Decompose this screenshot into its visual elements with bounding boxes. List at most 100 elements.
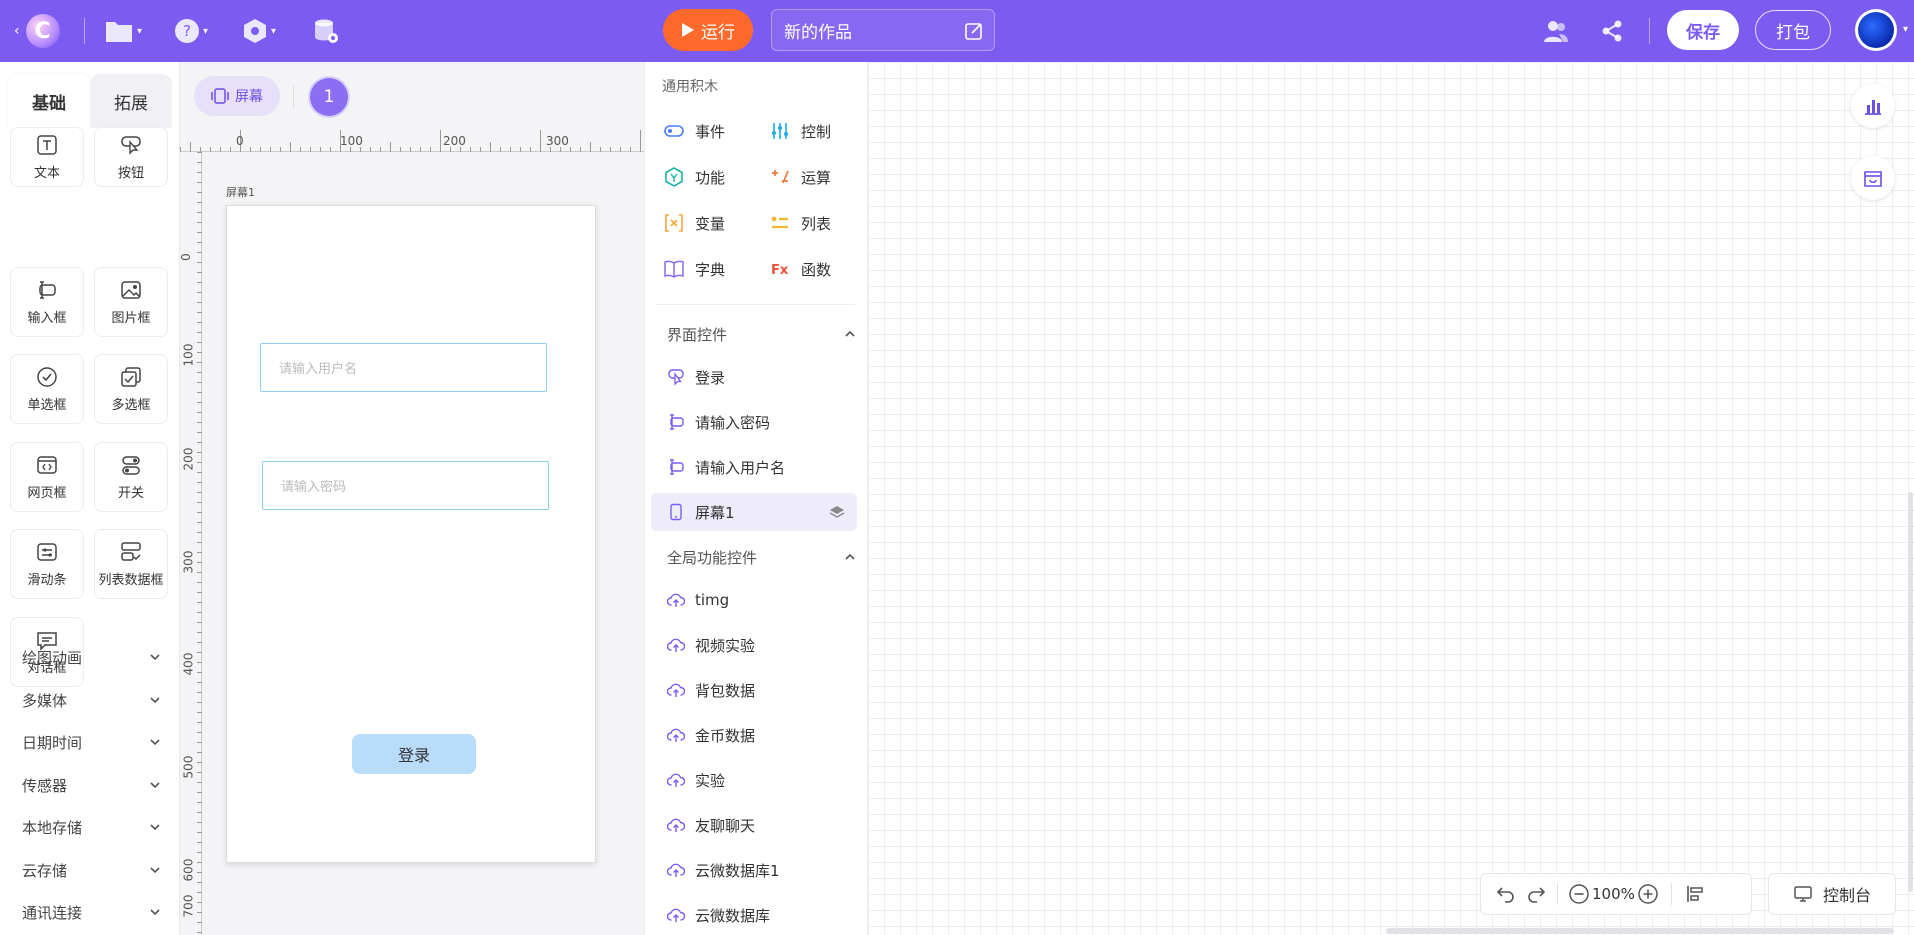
block-category-fx[interactable]: Fx 函数 [769,258,831,280]
divider [1670,883,1672,905]
screen-count-badge[interactable]: 1 [310,78,348,116]
console-button[interactable]: 控制台 [1768,873,1896,915]
bar-chart-icon [1865,100,1881,115]
category-cloud-storage[interactable]: 云存储 [22,855,162,885]
component-slider[interactable]: 滑动条 [10,529,84,599]
ruler-label: 0 [180,253,193,261]
block-category-dictionary[interactable]: 字典 [663,258,725,280]
database-button[interactable] [312,14,340,48]
global-control-item[interactable]: timg [667,581,853,619]
cloud-upload-icon [667,863,685,877]
component-image[interactable]: 图片框 [94,267,168,337]
block-category-operation[interactable]: 运算 [769,166,831,188]
component-label: 网页框 [27,485,67,501]
category-local-storage[interactable]: 本地存储 [22,812,162,842]
global-control-item[interactable]: 背包数据 [667,671,853,709]
project-title-field[interactable]: 新的作品 [771,9,995,51]
save-button[interactable]: 保存 [1667,10,1739,50]
back-home-button[interactable]: ‹ C [14,12,64,50]
control-label: 友聊聊天 [695,816,756,835]
vertical-ruler: 0 100 200 300 400 500 600 700 [180,152,202,935]
ui-control-login[interactable]: 登录 [667,358,853,396]
zoom-in-button[interactable] [1637,883,1659,905]
design-canvas: 屏幕 1 0 100 200 300 0 100 200 300 400 500… [180,62,644,935]
global-control-item[interactable]: 友聊聊天 [667,806,853,844]
username-input-preview[interactable]: 请输入用户名 [260,343,547,392]
category-drawing-animation[interactable]: 绘图动画 [22,642,162,672]
global-control-item[interactable]: 云微数据库 [667,896,853,934]
block-category-list[interactable]: 列表 [769,212,831,234]
tab-extension[interactable]: 拓展 [90,74,172,128]
run-button[interactable]: 运行 [663,9,753,51]
component-list-data[interactable]: 列表数据框 [94,529,168,599]
control-label: 请输入密码 [695,413,771,432]
component-webview[interactable]: 网页框 [10,442,84,512]
login-button-preview[interactable]: 登录 [352,734,476,774]
help-menu-button[interactable]: ? ▾ [174,14,208,48]
collaborators-button[interactable] [1541,16,1571,46]
ui-control-username-input[interactable]: 请输入用户名 [667,448,853,486]
global-control-item[interactable]: 云微数据库1 [667,851,853,889]
block-category-function[interactable]: 功能 [663,166,725,188]
user-avatar[interactable] [1855,9,1897,51]
component-tabs: 基础 拓展 [8,74,172,128]
dictionary-icon [664,260,684,278]
ui-control-password-input[interactable]: 请输入密码 [667,403,853,441]
component-switch[interactable]: 开关 [94,442,168,512]
zoom-out-button[interactable] [1568,883,1590,905]
pack-button[interactable]: 打包 [1755,10,1831,50]
layers-icon[interactable] [829,504,845,520]
chevron-down-icon: ▾ [137,25,143,37]
screen-name-label: 屏幕1 [226,186,255,199]
ui-control-screen1[interactable]: 屏幕1 [651,493,857,531]
align-blocks-button[interactable] [1684,883,1706,905]
category-multimedia[interactable]: 多媒体 [22,685,162,715]
file-menu-button[interactable]: ▾ [104,14,142,48]
switch-icon [122,455,140,475]
block-category-control[interactable]: 控制 [769,120,831,142]
horizontal-scrollbar[interactable] [1386,928,1894,934]
cloud-upload-icon [667,773,685,787]
block-workspace[interactable]: 100% 控制台 [868,62,1914,935]
checkbox-icon [121,366,141,387]
statistics-button[interactable] [1851,84,1895,128]
phone-screen-preview[interactable]: 请输入用户名 请输入密码 登录 [226,205,596,863]
edit-icon[interactable] [964,21,984,41]
tab-basic[interactable]: 基础 [8,74,90,128]
category-sensor[interactable]: 传感器 [22,770,162,800]
global-control-item[interactable]: 视频实验 [667,626,853,664]
global-control-item[interactable]: 实验 [667,761,853,799]
global-control-item[interactable]: 金币数据 [667,716,853,754]
component-input[interactable]: 输入框 [10,267,84,337]
chevron-down-icon [150,909,160,916]
input-icon [670,459,684,475]
block-category-variable[interactable]: 变量 [663,212,725,234]
chevron-down-icon: ▾ [271,25,277,37]
block-label: 事件 [695,122,726,141]
store-button[interactable] [1851,156,1895,200]
chevron-down-icon[interactable]: ▾ [1903,24,1908,35]
vertical-scrollbar[interactable] [1908,492,1913,892]
password-input-preview[interactable]: 请输入密码 [262,461,549,510]
category-datetime[interactable]: 日期时间 [22,727,162,757]
cloud-upload-icon [667,908,685,922]
screen-list-button[interactable]: 屏幕 [194,76,280,116]
redo-button[interactable] [1525,883,1547,905]
control-label: 登录 [695,368,726,387]
component-checkbox[interactable]: 多选框 [94,354,168,424]
ui-controls-section-header[interactable]: 界面控件 [667,322,857,346]
settings-menu-button[interactable]: ▾ [242,14,276,48]
category-label: 本地存储 [22,818,83,837]
category-communication[interactable]: 通讯连接 [22,897,162,927]
component-text[interactable]: 文本 [10,127,84,187]
undo-button[interactable] [1495,883,1517,905]
divider [84,18,85,44]
cloud-upload-icon [667,728,685,742]
ruler-label: 400 [181,652,196,676]
share-button[interactable] [1597,16,1627,46]
global-controls-section-header[interactable]: 全局功能控件 [667,545,857,569]
folder-icon [106,22,132,42]
component-button[interactable]: 按钮 [94,127,168,187]
block-category-event[interactable]: 事件 [663,120,725,142]
component-radio[interactable]: 单选框 [10,354,84,424]
